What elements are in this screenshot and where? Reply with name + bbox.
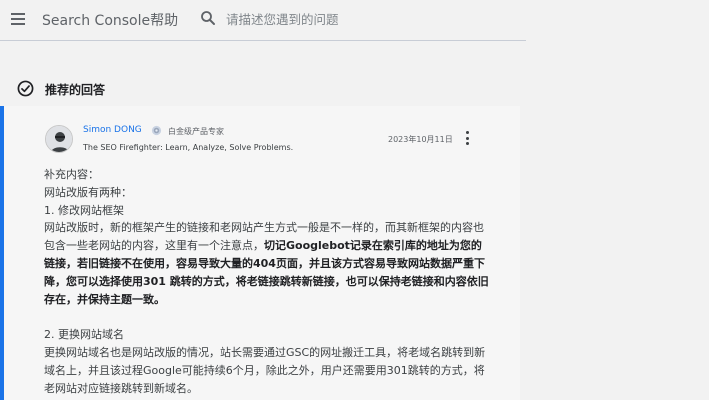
body-line: 1. 修改网站框架	[44, 203, 124, 217]
body-paragraph: 网站改版时，新的框架产生的链接和老网站产生方式一般是不一样的，而其新框架的内容也…	[44, 219, 489, 308]
badge-label: 白金级产品专家	[168, 127, 224, 136]
post-date: 2023年10月11日	[388, 135, 453, 144]
body-line: 2. 更换网站域名	[44, 328, 124, 342]
body-line: 网站改版有两种：	[44, 185, 132, 199]
check-circle-icon	[17, 80, 34, 97]
avatar[interactable]	[45, 125, 73, 153]
author-name[interactable]: Simon DONG	[83, 125, 142, 135]
author-tagline: The SEO Firefighter: Learn, Analyze, Sol…	[83, 143, 294, 152]
header-divider	[0, 40, 526, 41]
hamburger-menu-icon[interactable]	[8, 9, 28, 29]
page: Search Console帮助 推荐的回答 Simon DONG 白金级产品专…	[0, 0, 709, 400]
body-line: 补充内容：	[44, 168, 99, 181]
platinum-badge-icon	[151, 125, 162, 136]
search-input[interactable]	[226, 8, 526, 30]
search-icon[interactable]	[199, 9, 217, 27]
recommended-answer-title: 推荐的回答	[45, 83, 106, 97]
body-paragraph: 更换网站域名也是网站改版的情况，站长需要通过GSC的网址搬迁工具，将老域名跳转到…	[44, 345, 486, 395]
reply-accent-bar	[0, 106, 4, 400]
reply-body: 补充内容： 网站改版有两种： 1. 修改网站框架 网站改版时，新的框架产生的链接…	[44, 166, 489, 397]
more-vert-icon[interactable]	[463, 131, 471, 145]
brand-title[interactable]: Search Console帮助	[42, 10, 178, 30]
